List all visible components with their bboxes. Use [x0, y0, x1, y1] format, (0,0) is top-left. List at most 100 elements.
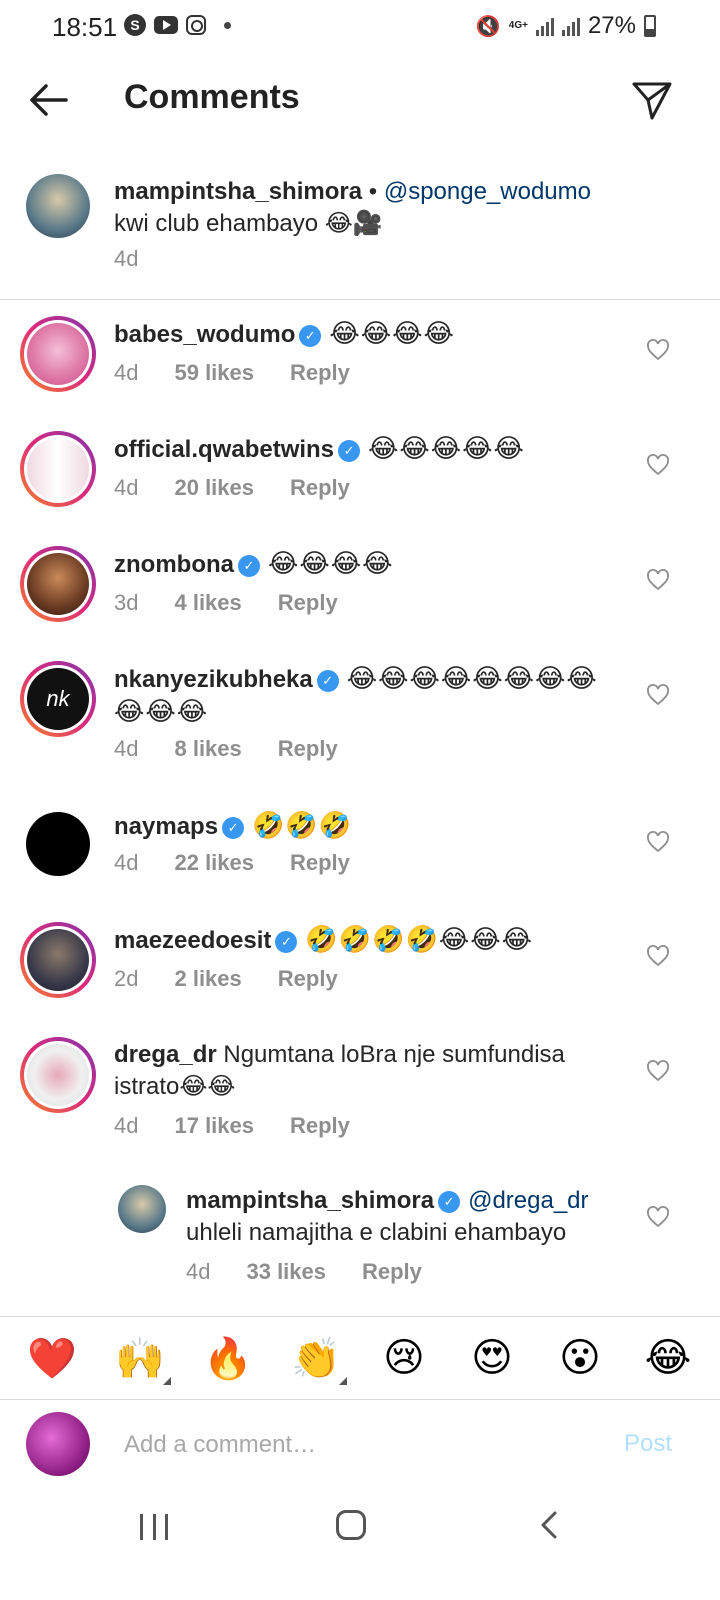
recent-apps-icon[interactable] — [140, 1514, 168, 1540]
reaction-fire-button[interactable]: 🔥 — [193, 1323, 263, 1393]
comment-text-line2: 😂😂😂 — [114, 697, 209, 727]
battery-percent: 27% — [587, 12, 636, 39]
verified-badge-icon: ✓ — [238, 555, 260, 577]
reaction-wow-button[interactable]: 😮 — [545, 1323, 615, 1393]
comment-likes[interactable]: 17 likes — [174, 1113, 254, 1139]
like-heart-icon[interactable] — [646, 453, 670, 477]
reaction-clap-button[interactable]: 👏 — [281, 1323, 351, 1393]
reply-username[interactable]: mampintsha_shimora — [186, 1187, 434, 1214]
comment-meta: 4d 59 likes Reply — [114, 360, 350, 386]
comment-item: naymaps ✓ 🤣🤣🤣 4d 22 likes Reply — [0, 808, 720, 908]
notification-icons: S — [124, 14, 231, 36]
comment-text: 🤣🤣🤣 — [252, 811, 353, 841]
system-icons: 🔇 4G+ 27% — [476, 12, 656, 40]
comment-body: official.qwabetwins ✓ 😂😂😂😂😂 — [114, 433, 634, 466]
comment-likes[interactable]: 20 likes — [174, 475, 254, 501]
comment-item: official.qwabetwins ✓ 😂😂😂😂😂 4d 20 likes Re… — [0, 431, 720, 531]
reaction-cry-button[interactable]: 😢 — [369, 1323, 439, 1393]
home-icon[interactable] — [336, 1510, 366, 1540]
avatar[interactable] — [26, 174, 90, 238]
comment-meta: 4d 22 likes Reply — [114, 850, 350, 876]
comment-text: 😂😂😂😂😂😂😂😂 — [346, 664, 598, 694]
reaction-raised-hands-button[interactable]: 🙌 — [105, 1323, 175, 1393]
reaction-heart-button[interactable]: ❤️ — [17, 1323, 87, 1393]
comment-age: 4d — [114, 736, 139, 761]
comment-username[interactable]: maezeedoesit — [114, 927, 271, 954]
comment-username[interactable]: nkanyezikubheka — [114, 666, 313, 693]
reply-mention[interactable]: @drega_dr — [468, 1187, 588, 1214]
post-caption: mampintsha_shimora • @sponge_wodumo kwi … — [0, 160, 720, 300]
comment-item: drega_dr Ngumtana loBra nje sumfundisa i… — [0, 1037, 720, 1157]
like-heart-icon[interactable] — [646, 338, 670, 362]
avatar[interactable] — [20, 922, 96, 998]
reply-button[interactable]: Reply — [290, 1113, 350, 1139]
comment-item: znombona ✓ 😂😂😂😂 3d 4 likes Reply — [0, 546, 720, 646]
like-heart-icon[interactable] — [646, 1059, 670, 1083]
reply-button[interactable]: Reply — [278, 966, 338, 992]
comment-likes[interactable]: 59 likes — [174, 360, 254, 386]
reply-button[interactable]: Reply — [290, 360, 350, 386]
avatar[interactable] — [118, 1185, 166, 1233]
status-time: 18:51 — [52, 12, 118, 42]
more-notifications-icon — [224, 21, 231, 29]
comment-likes[interactable]: 8 likes — [174, 736, 241, 762]
reply-button[interactable]: Reply — [278, 590, 338, 616]
comment-username[interactable]: drega_dr — [114, 1041, 217, 1068]
nk-logo: nk — [27, 668, 89, 730]
avatar[interactable] — [20, 431, 96, 507]
nav-back-icon[interactable] — [540, 1510, 558, 1540]
verified-badge-icon: ✓ — [338, 440, 361, 462]
reply-button[interactable]: Reply — [278, 736, 338, 762]
comment-text: Ngumtana loBra nje sumfundisa — [223, 1041, 565, 1068]
caption-username[interactable]: mampintsha_shimora — [114, 178, 362, 205]
comment-likes[interactable]: 4 likes — [174, 590, 241, 616]
signal-icon — [535, 16, 554, 36]
comment-username[interactable]: znombona — [114, 551, 234, 578]
reply-button[interactable]: Reply — [290, 475, 350, 501]
comment-text-line2: istrato😂😂 — [114, 1073, 236, 1100]
avatar[interactable] — [20, 546, 96, 622]
send-icon[interactable] — [630, 78, 674, 122]
comment-likes[interactable]: 2 likes — [174, 966, 241, 992]
skin-tone-indicator-icon — [163, 1377, 171, 1385]
comment-meta: 4d 17 likes Reply — [114, 1113, 350, 1139]
reaction-heart-eyes-button[interactable]: 😍 — [457, 1323, 527, 1393]
avatar[interactable] — [20, 1037, 96, 1113]
avatar[interactable]: nk — [20, 661, 96, 737]
clap-icon: 👏 — [291, 1335, 341, 1382]
like-heart-icon[interactable] — [646, 1205, 670, 1229]
avatar[interactable] — [20, 316, 96, 392]
comment-item: babes_wodumo ✓ 😂😂😂😂 4d 59 likes Reply — [0, 316, 720, 416]
reply-body: mampintsha_shimora ✓ @drega_dr uhleli nama… — [186, 1185, 646, 1249]
raised-hands-icon: 🙌 — [115, 1335, 165, 1382]
like-heart-icon[interactable] — [646, 830, 670, 854]
reaction-laugh-button[interactable]: 😂 — [633, 1323, 703, 1393]
app-notification-icon: S — [124, 14, 146, 36]
comment-item: maezeedoesit ✓ 🤣🤣🤣🤣😂😂😂 2d 2 likes Reply — [0, 922, 720, 1022]
like-heart-icon[interactable] — [646, 683, 670, 707]
page-title: Comments — [124, 78, 300, 116]
like-heart-icon[interactable] — [646, 568, 670, 592]
comment-item: nk nkanyezikubheka ✓ 😂😂😂😂😂😂😂😂 😂😂😂 4d 8 lik… — [0, 661, 720, 791]
verified-badge-icon: ✓ — [316, 670, 339, 692]
post-button[interactable]: Post — [624, 1430, 672, 1458]
comment-likes[interactable]: 22 likes — [174, 850, 254, 876]
reply-meta: 4d 33 likes Reply — [186, 1259, 422, 1285]
caption-mention[interactable]: @sponge_wodumo — [384, 178, 591, 205]
avatar[interactable] — [26, 812, 90, 876]
comment-username[interactable]: babes_wodumo — [114, 321, 295, 348]
back-arrow-icon[interactable] — [26, 80, 70, 120]
comment-text: 😂😂😂😂 — [268, 549, 394, 579]
comment-age: 4d — [114, 1113, 139, 1138]
reply-button[interactable]: Reply — [362, 1259, 422, 1285]
like-heart-icon[interactable] — [646, 944, 670, 968]
mute-icon: 🔇 — [475, 15, 501, 38]
comment-input[interactable] — [124, 1424, 584, 1466]
reply-likes[interactable]: 33 likes — [246, 1259, 326, 1285]
reply-button[interactable]: Reply — [290, 850, 350, 876]
comment-meta: 2d 2 likes Reply — [114, 966, 338, 992]
comment-username[interactable]: official.qwabetwins — [114, 436, 334, 463]
battery-icon — [644, 15, 656, 37]
comment-age: 3d — [114, 590, 139, 615]
comment-username[interactable]: naymaps — [114, 813, 218, 840]
